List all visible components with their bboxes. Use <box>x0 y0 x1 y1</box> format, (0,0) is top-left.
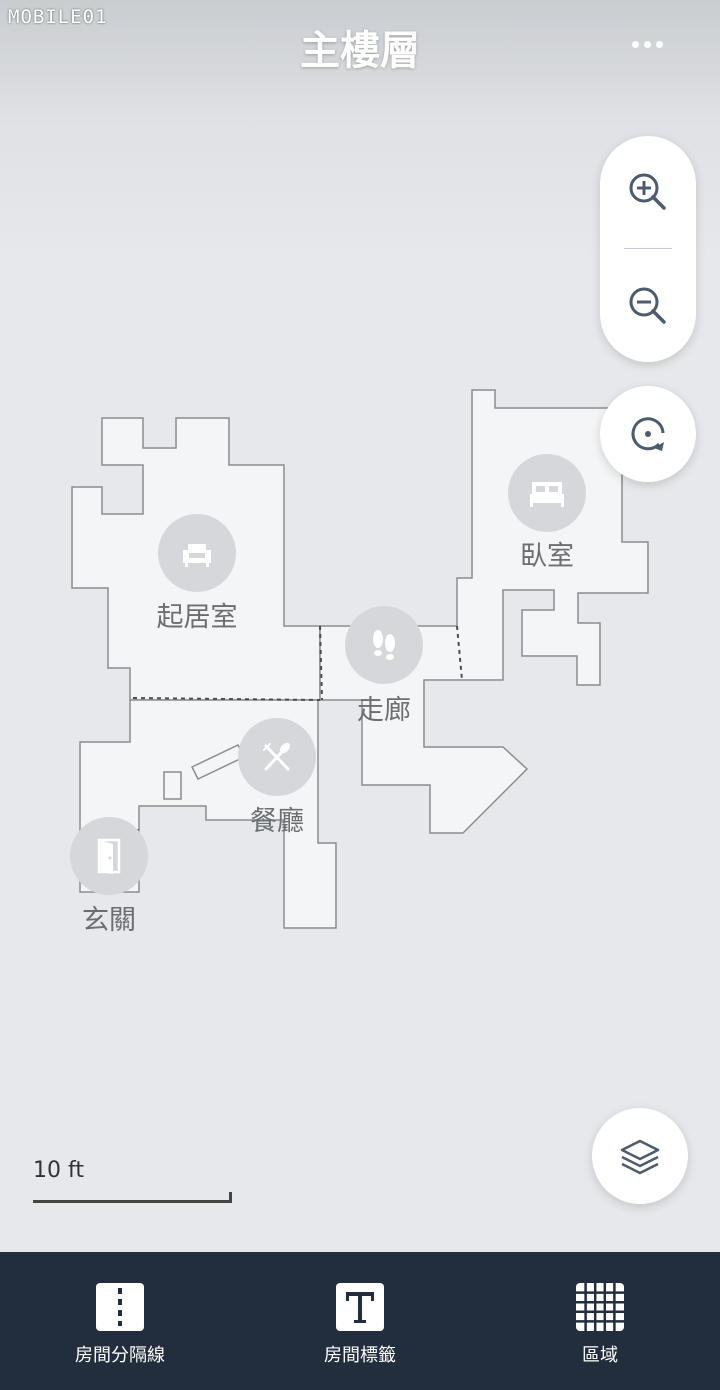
cabinet-block <box>163 771 182 800</box>
room-label-living: 起居室 <box>156 602 238 633</box>
scale-label: 10 ft <box>33 1158 84 1183</box>
entrance-marker[interactable] <box>70 817 148 895</box>
zoom-divider <box>624 248 672 249</box>
footprints-icon <box>373 630 395 660</box>
scale-bar <box>33 1192 232 1203</box>
room-label-entrance: 玄關 <box>82 905 136 936</box>
zone-label: 區域 <box>582 1345 618 1366</box>
zoom-out-icon <box>629 287 666 324</box>
room-label-dining: 餐廳 <box>250 806 304 837</box>
zone-tool[interactable]: 區域 <box>480 1252 720 1390</box>
room-tag-tool[interactable]: 房間標籤 <box>240 1252 480 1390</box>
room-label-bedroom: 臥室 <box>520 541 574 572</box>
zoom-controls <box>600 136 696 362</box>
room-divider-icon <box>96 1283 144 1331</box>
text-tag-icon <box>336 1283 384 1331</box>
bottom-toolbar: 房間分隔線 房間標籤 區域 <box>0 1252 720 1390</box>
room-divider-label: 房間分隔線 <box>75 1345 165 1366</box>
zoom-in-icon <box>629 173 666 210</box>
door-icon <box>97 838 121 874</box>
room-divider-tool[interactable]: 房間分隔線 <box>0 1252 240 1390</box>
room-label-hallway: 走廊 <box>357 695 411 726</box>
bedroom-marker[interactable] <box>508 454 586 532</box>
hallway-marker[interactable] <box>345 606 423 684</box>
grid-icon <box>576 1283 624 1331</box>
fork-knife-icon <box>263 742 291 771</box>
zoom-out-button[interactable] <box>600 258 696 354</box>
living-room-marker[interactable] <box>158 514 236 592</box>
layers-icon <box>620 1139 660 1175</box>
layers-button[interactable] <box>592 1108 688 1204</box>
bed-icon <box>530 482 564 507</box>
zoom-in-button[interactable] <box>600 144 696 240</box>
room-tag-label: 房間標籤 <box>324 1345 396 1366</box>
sofa-icon <box>183 544 211 567</box>
rotate-icon <box>631 417 665 451</box>
rotate-map-button[interactable] <box>600 386 696 482</box>
dining-marker[interactable] <box>238 718 316 796</box>
